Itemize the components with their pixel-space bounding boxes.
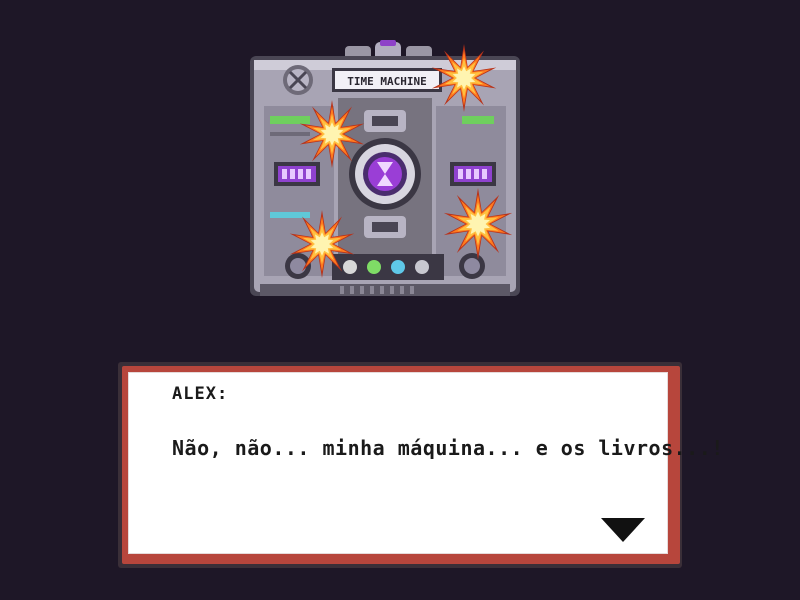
game-scene: TIME MACHINE bbox=[0, 0, 800, 340]
triangle-down-icon[interactable] bbox=[601, 518, 645, 542]
dialog-box[interactable]: ALEX: Não, não... minha máquina... e os … bbox=[128, 372, 723, 554]
dialog-text: Não, não... minha máquina... e os livros… bbox=[172, 436, 724, 460]
speaker-name: ALEX: bbox=[172, 384, 229, 404]
machine-sign: TIME MACHINE bbox=[347, 75, 426, 88]
time-machine-sprite: TIME MACHINE bbox=[250, 40, 520, 296]
